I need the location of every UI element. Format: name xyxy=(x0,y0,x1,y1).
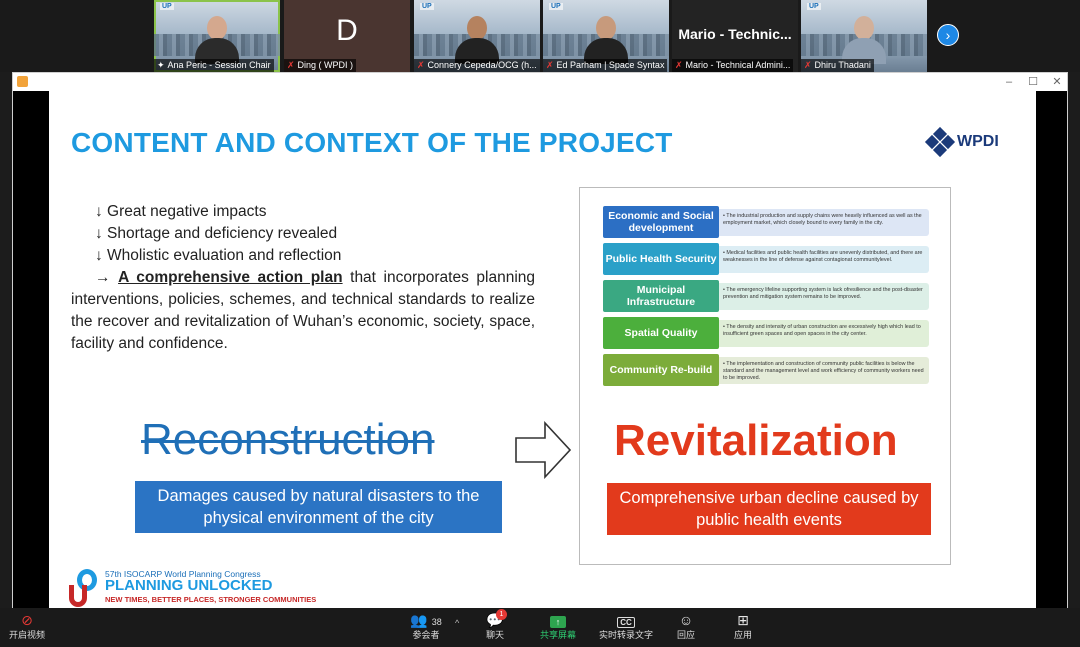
apps-grid-icon: ⊞ xyxy=(737,612,749,628)
participants-menu-caret[interactable]: ^ xyxy=(455,618,459,628)
dimension-description: • The industrial production and supply c… xyxy=(715,209,929,236)
congress-theme: PLANNING UNLOCKED xyxy=(105,577,273,594)
presentation-slide: CONTENT AND CONTEXT OF THE PROJECT WPDI … xyxy=(49,91,1036,608)
reactions-button[interactable]: ☺ 回应 xyxy=(670,611,702,645)
wpdi-logo: WPDI xyxy=(924,126,999,158)
dimension-description: • The emergency lifeline supporting syst… xyxy=(715,283,929,310)
participant-name-tag: ✗ Ed Parham | Space Syntax xyxy=(543,59,668,72)
mic-muted-icon: ✗ xyxy=(287,60,295,70)
participant-name-tag: ✦ Ana Peric - Session Chair xyxy=(154,59,274,72)
participant-video xyxy=(455,12,499,64)
reconstruction-description-box: Damages caused by natural disasters to t… xyxy=(135,481,502,533)
participant-tile-mario[interactable]: Mario - Technic... ✗ Mario - Technical Ad… xyxy=(672,0,798,72)
dimension-row-spatial: • The density and intensity of urban con… xyxy=(603,317,931,349)
participant-tile-ana-peric[interactable]: UP ✦ Ana Peric - Session Chair xyxy=(154,0,280,72)
participant-initial: D xyxy=(336,14,358,47)
planning-unlocked-mini-logo: UP xyxy=(549,3,563,10)
share-screen-icon: ↑ xyxy=(550,616,566,628)
participants-count: 38 xyxy=(431,617,442,627)
close-button[interactable]: ✕ xyxy=(1047,74,1067,90)
participant-name-tag: ✗ Connery Cepeda/OCG (h... xyxy=(414,59,540,72)
action-plan-paragraph: → A comprehensive action plan that incor… xyxy=(71,267,535,355)
minimize-button[interactable]: – xyxy=(999,74,1019,90)
action-plan-emphasis: A comprehensive action plan xyxy=(118,269,343,286)
bullet-item: ↓ Great negative impacts xyxy=(95,203,267,220)
bullet-item: ↓ Wholistic evaluation and reflection xyxy=(95,247,342,264)
chat-button[interactable]: 💬 1 聊天 xyxy=(478,609,512,645)
live-transcript-button[interactable]: CC 实时转录文字 xyxy=(596,611,656,645)
participant-name-tag: ✗ Dhiru Thadani xyxy=(801,59,874,72)
slide-bullet-list: ↓ Great negative impacts ↓ Shortage and … xyxy=(71,201,535,355)
start-video-button[interactable]: ⊘ 开启视频 xyxy=(6,611,48,645)
slide-viewport: CONTENT AND CONTEXT OF THE PROJECT WPDI … xyxy=(13,91,1067,608)
wpdi-logo-mark xyxy=(924,126,956,158)
mic-muted-icon: ✗ xyxy=(417,60,425,70)
planning-unlocked-logo-mark xyxy=(69,569,99,607)
wpdi-logo-text: WPDI xyxy=(957,133,999,150)
dimension-label: Economic and Social development xyxy=(603,206,719,238)
revitalization-panel: • The industrial production and supply c… xyxy=(579,187,951,565)
planning-unlocked-mini-logo: UP xyxy=(420,3,434,10)
dimension-row-community: • The implementation and construction of… xyxy=(603,354,931,386)
planning-unlocked-mini-logo: UP xyxy=(807,3,821,10)
planning-unlocked-mini-logo: UP xyxy=(160,3,174,10)
dimension-row-economic: • The industrial production and supply c… xyxy=(603,206,931,238)
dimension-label: Community Re-build xyxy=(603,354,719,386)
mic-muted-icon: ✗ xyxy=(546,60,554,70)
dimension-label: Spatial Quality xyxy=(603,317,719,349)
reaction-smile-icon: ☺ xyxy=(678,612,694,628)
dimension-label: Municipal Infrastructure xyxy=(603,280,719,312)
right-arrow-icon xyxy=(515,421,571,479)
presentation-app-icon xyxy=(17,76,28,87)
shared-screen-window: – ☐ ✕ CONTENT AND CONTEXT OF THE PROJECT… xyxy=(12,72,1068,608)
participant-tile-ed-parham[interactable]: UP ✗ Ed Parham | Space Syntax xyxy=(543,0,669,72)
participant-tile-dhiru-thadani[interactable]: UP ✗ Dhiru Thadani xyxy=(801,0,927,72)
pin-icon: ✦ xyxy=(157,60,165,70)
dimension-row-municipal: • The emergency lifeline supporting syst… xyxy=(603,280,931,312)
mic-muted-icon: ✗ xyxy=(804,60,812,70)
zoom-meeting-window: UP ✦ Ana Peric - Session Chair D ✗ Ding ( … xyxy=(0,0,1080,647)
participant-video xyxy=(842,12,886,64)
dimension-row-public-health: • Medical facilities and public health f… xyxy=(603,243,931,275)
participant-name-tag: ✗ Ding ( WPDI ) xyxy=(284,59,357,72)
revitalization-heading: Revitalization xyxy=(614,416,898,465)
revitalization-description-box: Comprehensive urban decline caused by pu… xyxy=(607,483,931,535)
isocarp-congress-logo: 57th ISOCARP World Planning Congress PLA… xyxy=(69,569,316,608)
dimension-description: • The implementation and construction of… xyxy=(715,357,929,384)
plan-arrow: → xyxy=(95,269,111,286)
chevron-right-icon[interactable]: › xyxy=(937,24,959,46)
participant-tile-ding[interactable]: D ✗ Ding ( WPDI ) xyxy=(284,0,410,72)
window-titlebar: – ☐ ✕ xyxy=(13,73,1067,91)
meeting-toolbar: ⊘ 开启视频 👥 38 参会者 ^ 💬 1 聊天 ↑ 共享屏幕 CC 实时转录文字 … xyxy=(0,608,1080,647)
participant-name-tag: ✗ Mario - Technical Admini... xyxy=(672,59,794,72)
share-screen-button[interactable]: ↑ 共享屏幕 xyxy=(536,611,580,645)
participant-strip: UP ✦ Ana Peric - Session Chair D ✗ Ding ( … xyxy=(0,0,1080,72)
bullet-item: ↓ Shortage and deficiency revealed xyxy=(95,225,338,242)
closed-caption-icon: CC xyxy=(617,617,635,628)
participant-video xyxy=(195,12,239,64)
dimension-description: • Medical facilities and public health f… xyxy=(715,246,929,273)
slide-title: CONTENT AND CONTEXT OF THE PROJECT xyxy=(71,127,673,158)
dimension-label: Public Health Security xyxy=(603,243,719,275)
video-off-icon: ⊘ xyxy=(21,612,33,628)
participants-icon: 👥 xyxy=(410,612,428,628)
congress-tagline: NEW TIMES, BETTER PLACES, STRONGER COMMU… xyxy=(105,595,317,604)
participants-button[interactable]: 👥 38 参会者 xyxy=(398,611,454,645)
unread-chat-badge: 1 xyxy=(496,609,507,620)
mic-muted-icon: ✗ xyxy=(675,60,683,70)
participant-big-name: Mario - Technic... xyxy=(678,26,792,42)
dimension-description: • The density and intensity of urban con… xyxy=(715,320,929,347)
apps-button[interactable]: ⊞ 应用 xyxy=(728,611,758,645)
reconstruction-heading: Reconstruction xyxy=(141,415,435,464)
maximize-button[interactable]: ☐ xyxy=(1023,74,1043,90)
participant-tile-connery-cepeda[interactable]: UP ✗ Connery Cepeda/OCG (h... xyxy=(414,0,540,72)
participant-video xyxy=(584,12,628,64)
